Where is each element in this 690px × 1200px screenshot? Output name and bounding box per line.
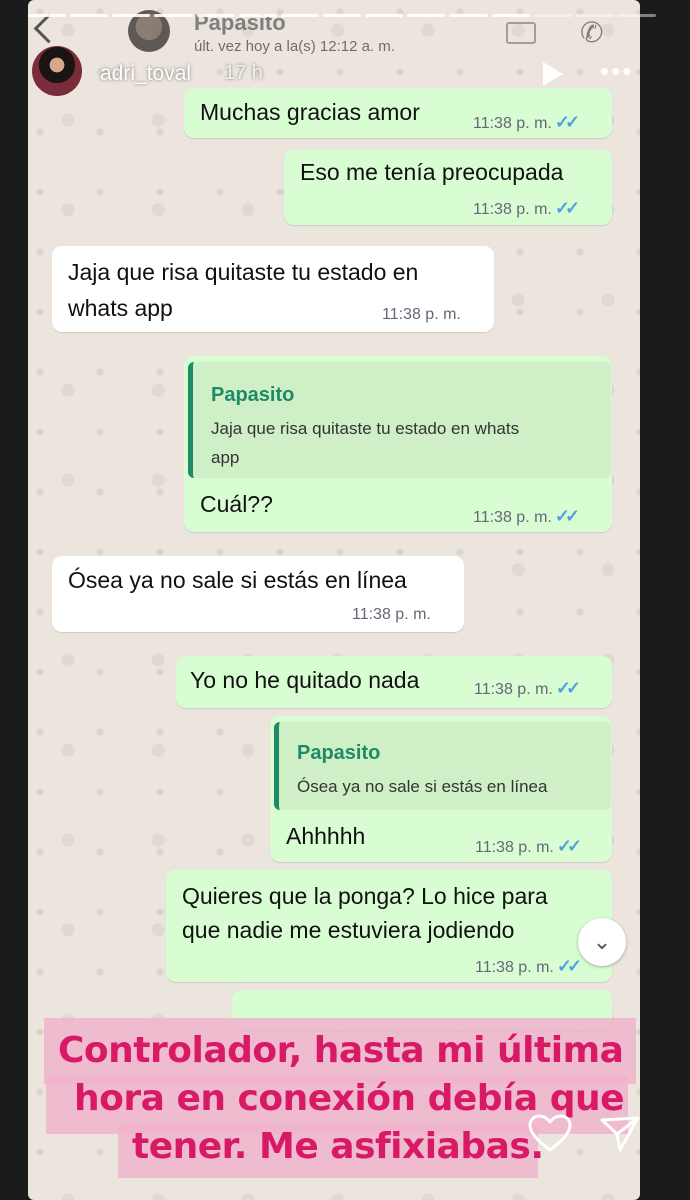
- quoted-line: Jaja que risa quitaste tu estado en what…: [211, 419, 520, 438]
- story-time-ago: 17 h: [224, 62, 263, 84]
- message-bubble-incoming: Jaja que risa quitaste tu estado en what…: [52, 246, 494, 332]
- quoted-author: Papasito: [211, 384, 295, 406]
- progress-segment: [238, 14, 277, 17]
- progress-segment: [575, 14, 614, 17]
- message-text: Ósea ya no sale si estás en línea: [68, 567, 407, 593]
- message-bubble-outgoing: Yo no he quitado nada 11:38 p. m. ✓✓: [176, 656, 612, 708]
- message-time: 11:38 p. m.: [475, 959, 554, 976]
- video-call-icon: [506, 22, 536, 44]
- caption-line: tener. Me asfixiabas.: [132, 1126, 544, 1167]
- message-text: Eso me tenía preocupada: [300, 159, 564, 185]
- progress-segment: [28, 14, 67, 17]
- read-ticks-icon: ✓✓: [554, 506, 580, 526]
- chevron-down-icon[interactable]: ⌄: [578, 918, 626, 966]
- message-bubble-outgoing: Muchas gracias amor 11:38 p. m. ✓✓: [184, 88, 612, 138]
- read-ticks-icon: ✓✓: [556, 836, 582, 856]
- message-time: 11:38 p. m.: [475, 839, 554, 856]
- message-text: Cuál??: [200, 491, 273, 517]
- quoted-line: Ósea ya no sale si estás en línea: [297, 777, 548, 796]
- whatsapp-header: Papasito últ. vez hoy a la(s) 12:12 a. m…: [28, 0, 640, 60]
- play-icon[interactable]: [543, 62, 563, 86]
- contact-last-seen: últ. vez hoy a la(s) 12:12 a. m.: [194, 38, 395, 55]
- message-time: 11:38 p. m.: [473, 509, 552, 526]
- message-time: 11:38 p. m.: [382, 306, 461, 323]
- message-time: 11:38 p. m.: [473, 201, 552, 218]
- message-line: whats app: [68, 295, 173, 321]
- more-icon[interactable]: •••: [600, 56, 633, 87]
- send-icon[interactable]: [598, 1114, 642, 1154]
- message-text: Muchas gracias amor: [200, 99, 420, 125]
- message-text: Ahhhhh: [286, 823, 366, 849]
- message-line: Quieres que la ponga? Lo hice para: [182, 883, 548, 909]
- heart-icon[interactable]: [528, 1114, 572, 1154]
- caption-line: Controlador, hasta mi última: [58, 1030, 624, 1071]
- read-ticks-icon: ✓✓: [555, 678, 581, 698]
- progress-segment: [449, 14, 488, 17]
- message-line: que nadie me estuviera jodiendo: [182, 917, 515, 943]
- message-meta: 11:38 p. m. ✓✓: [473, 112, 580, 133]
- message-meta: 11:38 p. m. ✓✓: [473, 506, 580, 527]
- progress-segment: [196, 14, 235, 17]
- progress-segment: [533, 14, 572, 17]
- message-time: 11:38 p. m.: [473, 115, 552, 132]
- message-bubble-incoming: Ósea ya no sale si estás en línea 11:38 …: [52, 556, 464, 632]
- message-text: Yo no he quitado nada: [190, 667, 420, 693]
- story-username[interactable]: adri_toval: [100, 62, 191, 86]
- story-avatar[interactable]: [32, 46, 82, 96]
- progress-segment: [365, 14, 404, 17]
- message-bubble-outgoing: Eso me tenía preocupada 11:38 p. m. ✓✓: [284, 150, 612, 225]
- message-meta: 11:38 p. m. ✓✓: [474, 678, 581, 699]
- message-bubble-outgoing-reply: Papasito Jaja que risa quitaste tu estad…: [184, 356, 612, 532]
- progress-segment: [280, 14, 319, 17]
- read-ticks-icon: ✓✓: [554, 112, 580, 132]
- caption-line: hora en conexión debía que: [74, 1078, 625, 1119]
- read-ticks-icon: ✓✓: [554, 198, 580, 218]
- progress-segment: [70, 14, 109, 17]
- message-bubble-outgoing-reply: Papasito Ósea ya no sale si estás en lín…: [270, 716, 612, 862]
- quoted-message[interactable]: Papasito Jaja que risa quitaste tu estad…: [188, 362, 611, 478]
- quoted-message[interactable]: Papasito Ósea ya no sale si estás en lín…: [274, 722, 611, 810]
- message-bubble-outgoing: Quieres que la ponga? Lo hice para que n…: [166, 870, 612, 982]
- message-time: 11:38 p. m.: [474, 681, 553, 698]
- progress-segment: [407, 14, 446, 17]
- story-progress: [28, 14, 657, 22]
- quoted-line: app: [211, 448, 240, 467]
- read-ticks-icon: ✓✓: [556, 956, 582, 976]
- message-meta: 11:38 p. m. ✓✓: [473, 198, 580, 219]
- message-meta: 11:38 p. m. ✓✓: [475, 956, 582, 977]
- message-meta: 11:38 p. m. ✓✓: [475, 836, 582, 857]
- progress-segment: [617, 14, 657, 17]
- progress-segment: [322, 14, 362, 17]
- message-line: Jaja que risa quitaste tu estado en: [68, 259, 419, 285]
- progress-segment: [491, 14, 530, 17]
- quoted-author: Papasito: [297, 742, 381, 764]
- message-time: 11:38 p. m.: [352, 606, 431, 623]
- progress-segment: [112, 14, 151, 17]
- progress-segment: [154, 14, 193, 17]
